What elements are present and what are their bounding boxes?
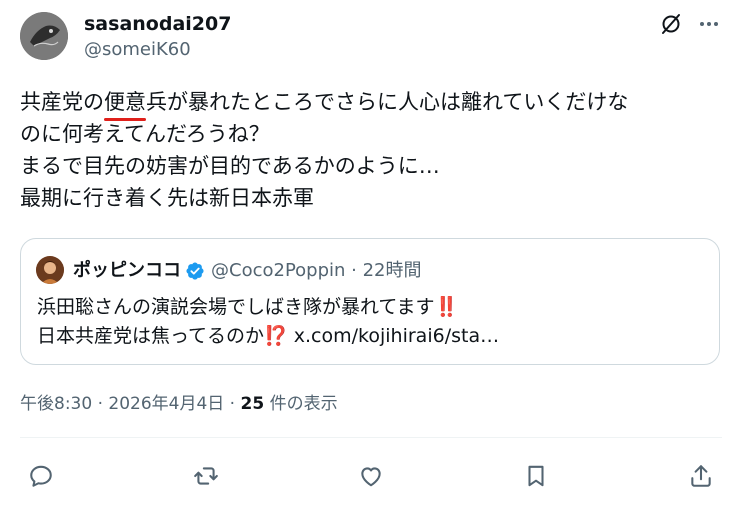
like-icon: [361, 467, 381, 487]
tweet-line-1: 共産党の便意兵が暴れたところでさらに人心は離れていくだけな: [20, 86, 720, 121]
quote-tweet-card[interactable]: ポッピンココ @Coco2Poppin · 22時間 浜田聡さんの演説会場でしば…: [20, 238, 720, 365]
quote-text: 浜田聡さんの演説会場でしばき隊が暴れてます‼️ 日本共産党は焦ってるのか⁉️ x…: [37, 293, 499, 351]
tweet-line-4: 最期に行き着く先は新日本赤軍: [20, 186, 314, 210]
quote-link[interactable]: x.com/kojihirai6/sta…: [288, 325, 499, 347]
quote-author-name: ポッピンココ: [73, 260, 181, 281]
views-count: 25: [240, 394, 265, 414]
tweet-line-1-start: 共産党の: [20, 90, 104, 114]
quote-header: ポッピンココ @Coco2Poppin · 22時間: [73, 259, 422, 283]
tweet-underlined-word: 便意: [104, 86, 146, 121]
quote-line-2: 日本共産党は焦ってるのか⁉️ x.com/kojihirai6/sta…: [37, 322, 499, 351]
views-label: 件の表示: [264, 394, 338, 414]
tweet-meta: 午後8:30 · 2026年4月4日 · 25 件の表示: [20, 392, 338, 416]
reply-button[interactable]: [27, 462, 55, 490]
quote-author-meta: @Coco2Poppin · 22時間: [211, 260, 422, 281]
quote-line-1-text: 浜田聡さんの演説会場でしばき隊が暴れてます: [37, 296, 435, 318]
retweet-button[interactable]: [192, 462, 220, 490]
retweet-icon: [194, 467, 218, 485]
reply-icon: [30, 465, 52, 487]
like-button[interactable]: [357, 462, 385, 490]
quote-line-1: 浜田聡さんの演説会場でしばき隊が暴れてます‼️: [37, 293, 499, 322]
divider: [20, 437, 722, 438]
tweet-line-2: のに何考えてんだろうね？: [20, 122, 270, 146]
author-display-name[interactable]: sasanodai207: [84, 12, 231, 36]
double-exclamation-emoji: ‼️: [434, 296, 459, 318]
bookmark-icon: [528, 465, 544, 487]
verified-badge-icon: [185, 261, 205, 281]
share-icon: [691, 465, 711, 487]
author-avatar[interactable]: [20, 12, 68, 60]
tweet-timestamp[interactable]: 午後8:30 · 2026年4月4日 ·: [20, 394, 241, 414]
grok-icon[interactable]: [659, 12, 683, 36]
exclamation-question-emoji: ⁉️: [264, 325, 288, 347]
tweet-line-3: まるで目先の妨害が目的であるかのように…: [20, 154, 440, 178]
author-handle[interactable]: @someiK60: [84, 38, 191, 62]
quote-author-avatar: [36, 256, 64, 284]
tweet-line-1-end: 兵が暴れたところでさらに人心は離れていくだけな: [146, 90, 629, 114]
quote-line-2-text: 日本共産党は焦ってるのか: [37, 325, 265, 347]
bookmark-button[interactable]: [522, 462, 550, 490]
tweet-text: 共産党の便意兵が暴れたところでさらに人心は離れていくだけな のに何考えてんだろう…: [20, 86, 720, 214]
share-button[interactable]: [687, 462, 715, 490]
more-icon[interactable]: [697, 12, 721, 36]
